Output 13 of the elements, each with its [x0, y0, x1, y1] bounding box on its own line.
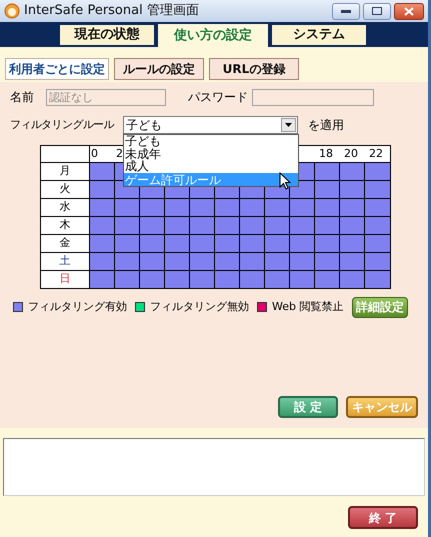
hour-label: 22: [368, 146, 384, 162]
hour-label: 0: [91, 147, 98, 160]
hour-label: 2: [116, 147, 123, 160]
name-label: 名前: [10, 89, 35, 106]
legend-label: Web 閲覧禁止: [272, 298, 344, 315]
hour-label: 20: [343, 146, 359, 162]
legend-label: フィルタリング有効: [28, 298, 127, 315]
rule-label: フィルタリングルール: [10, 116, 116, 133]
window-title: InterSafe Personal 管理画面: [24, 2, 199, 20]
hour-label: 18: [318, 146, 334, 162]
legend-label: フィルタリング無効: [150, 298, 249, 315]
password-label: パスワード: [188, 89, 249, 106]
apply-label: を適用: [308, 117, 344, 134]
